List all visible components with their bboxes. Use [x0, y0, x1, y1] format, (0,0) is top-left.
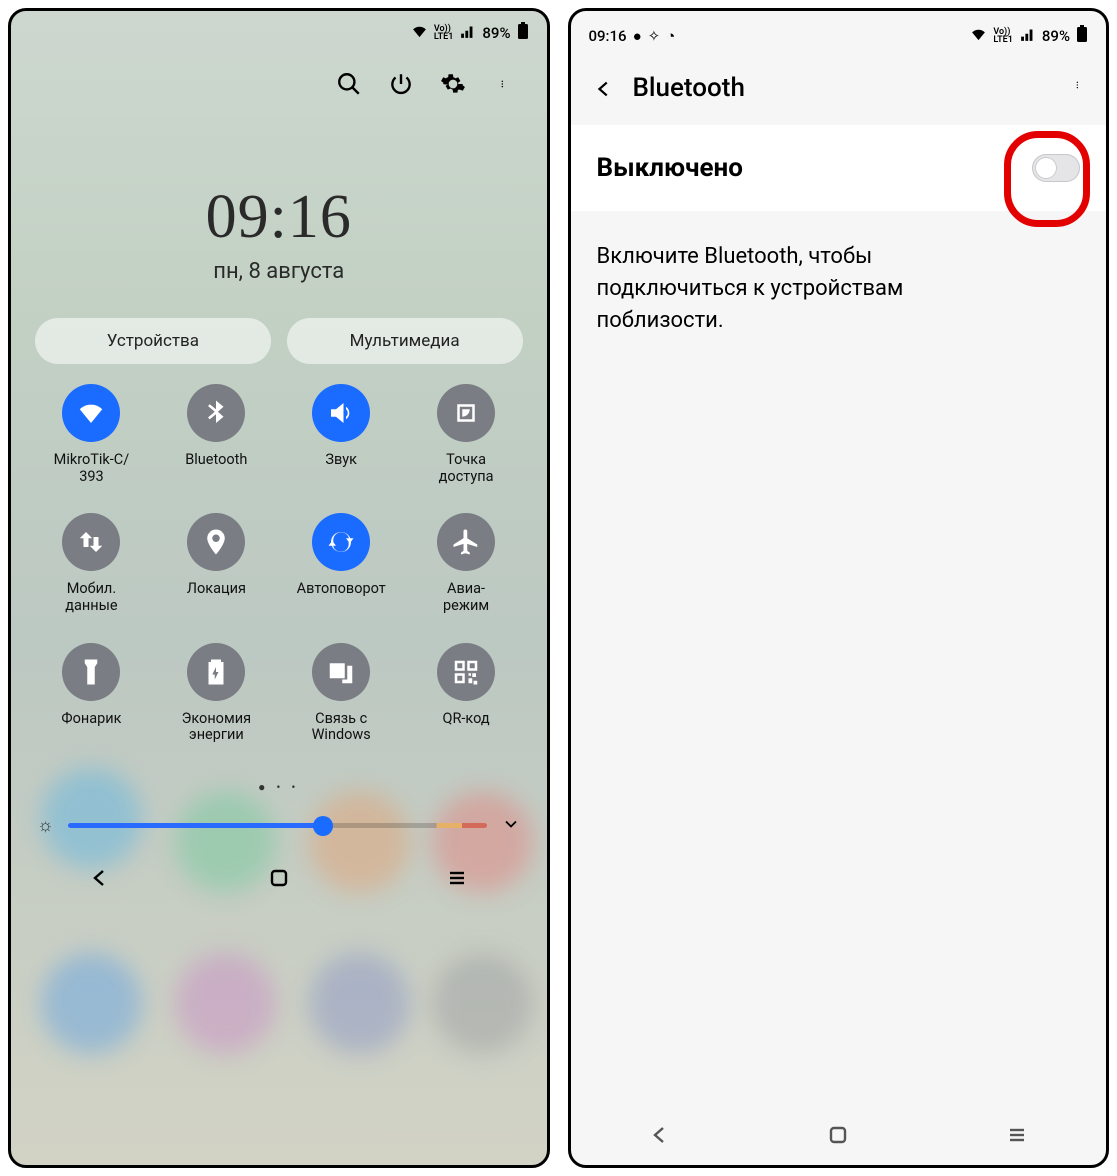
tile-flashlight[interactable]: Фонарик	[39, 643, 143, 744]
windows-link-icon	[312, 643, 370, 701]
nav-back-icon[interactable]	[88, 866, 112, 894]
tile-label: Точка доступа	[414, 452, 518, 485]
tile-row: MikroTik-C/ 393 Bluetooth Звук Точка дос…	[29, 384, 529, 485]
navigation-bar	[11, 856, 547, 904]
signal-icon	[1019, 26, 1036, 47]
more-icon[interactable]	[1076, 73, 1084, 103]
page-indicator[interactable]: ● • •	[11, 776, 547, 808]
tile-label: Связь с Windows	[289, 711, 393, 744]
wifi-icon	[62, 384, 120, 442]
page-title: Bluetooth	[633, 73, 1059, 103]
bluetooth-icon	[187, 384, 245, 442]
clock-time: 09:16	[11, 182, 547, 253]
nav-recents-icon[interactable]	[1005, 1123, 1029, 1151]
wifi-icon	[970, 26, 987, 47]
nav-home-icon[interactable]	[826, 1123, 850, 1151]
tile-label: Мобил. данные	[39, 581, 143, 614]
battery-saver-icon	[187, 643, 245, 701]
tile-row: Мобил. данные Локация Автоповорот Авиа- …	[29, 513, 529, 614]
tab-media[interactable]: Мультимедиа	[287, 318, 523, 364]
flashlight-icon	[62, 643, 120, 701]
status-time: 09:16	[589, 27, 627, 45]
hotspot-icon	[437, 384, 495, 442]
back-icon[interactable]	[593, 77, 615, 99]
tile-label: Экономия энергии	[164, 711, 268, 744]
navigation-bar	[571, 1109, 1107, 1165]
tile-label: Локация	[164, 581, 268, 598]
battery-icon	[1076, 25, 1088, 47]
battery-percent: 89%	[1042, 27, 1070, 45]
status-bar: Vo)) LTE1 89%	[11, 11, 547, 48]
autorotate-icon	[312, 513, 370, 571]
panel-tabs: Устройства Мультимедиа	[11, 318, 547, 364]
bluetooth-state-row: Выключено	[571, 125, 1107, 211]
bluetooth-settings-screen: 09:16 ● ✧ ◔ Vo)) LTE1 89% Bluetooth Выкл…	[568, 8, 1110, 1168]
tile-label: Фонарик	[39, 711, 143, 728]
power-icon[interactable]	[387, 70, 415, 98]
status-app-icon: ✧	[648, 27, 661, 45]
search-icon[interactable]	[335, 70, 363, 98]
tile-location[interactable]: Локация	[164, 513, 268, 614]
tile-label: Авиа- режим	[414, 581, 518, 614]
wifi-icon	[411, 23, 428, 44]
tile-qr[interactable]: QR-код	[414, 643, 518, 744]
more-icon[interactable]	[491, 70, 519, 98]
tile-mobiledata[interactable]: Мобил. данные	[39, 513, 143, 614]
chevron-down-icon[interactable]	[501, 814, 521, 838]
mobiledata-icon	[62, 513, 120, 571]
clock-date: пн, 8 августа	[11, 259, 547, 284]
bluetooth-toggle[interactable]	[1032, 154, 1080, 182]
tile-wifi[interactable]: MikroTik-C/ 393	[39, 384, 143, 485]
nav-back-icon[interactable]	[648, 1123, 672, 1151]
slider-thumb[interactable]	[313, 816, 333, 836]
quick-panel-actions	[11, 48, 547, 98]
tile-airplane[interactable]: Авиа- режим	[414, 513, 518, 614]
brightness-row: ☼	[11, 808, 547, 856]
toggle-knob	[1035, 157, 1057, 179]
tile-label: Bluetooth	[164, 452, 268, 469]
location-icon	[187, 513, 245, 571]
battery-percent: 89%	[482, 24, 510, 42]
status-bar: 09:16 ● ✧ ◔ Vo)) LTE1 89%	[571, 11, 1107, 53]
brightness-slider[interactable]	[68, 823, 487, 828]
tab-devices[interactable]: Устройства	[35, 318, 271, 364]
tile-label: Автоповорот	[289, 581, 393, 598]
nav-home-icon[interactable]	[267, 866, 291, 894]
quick-tiles: MikroTik-C/ 393 Bluetooth Звук Точка дос…	[11, 364, 547, 776]
tile-row: Фонарик Экономия энергии Связь с Windows…	[29, 643, 529, 744]
qr-icon	[437, 643, 495, 701]
bluetooth-state-label: Выключено	[597, 153, 743, 183]
tile-powersave[interactable]: Экономия энергии	[164, 643, 268, 744]
battery-icon	[517, 22, 529, 44]
airplane-icon	[437, 513, 495, 571]
network-type-label: Vo)) LTE1	[434, 25, 454, 41]
status-app-icon: ●	[633, 27, 642, 45]
gear-icon[interactable]	[439, 70, 467, 98]
bluetooth-hint-text: Включите Bluetooth, чтобы подключиться к…	[571, 211, 1001, 367]
tile-hotspot[interactable]: Точка доступа	[414, 384, 518, 485]
sound-icon	[312, 384, 370, 442]
tile-autorotate[interactable]: Автоповорот	[289, 513, 393, 614]
tile-sound[interactable]: Звук	[289, 384, 393, 485]
signal-icon	[459, 23, 476, 44]
tile-bluetooth[interactable]: Bluetooth	[164, 384, 268, 485]
status-app-icon: ◔	[666, 27, 675, 45]
clock-block: 09:16 пн, 8 августа	[11, 98, 547, 318]
settings-header: Bluetooth	[571, 53, 1107, 125]
quick-settings-screen: Vo)) LTE1 89% 09:16 пн, 8 августа Устрой…	[8, 8, 550, 1168]
brightness-icon: ☼	[37, 815, 54, 836]
nav-recents-icon[interactable]	[445, 866, 469, 894]
tile-label: MikroTik-C/ 393	[39, 452, 143, 485]
tile-label: QR-код	[414, 711, 518, 728]
network-type-label: Vo)) LTE1	[993, 28, 1013, 44]
tile-windowslink[interactable]: Связь с Windows	[289, 643, 393, 744]
tile-label: Звук	[289, 452, 393, 469]
